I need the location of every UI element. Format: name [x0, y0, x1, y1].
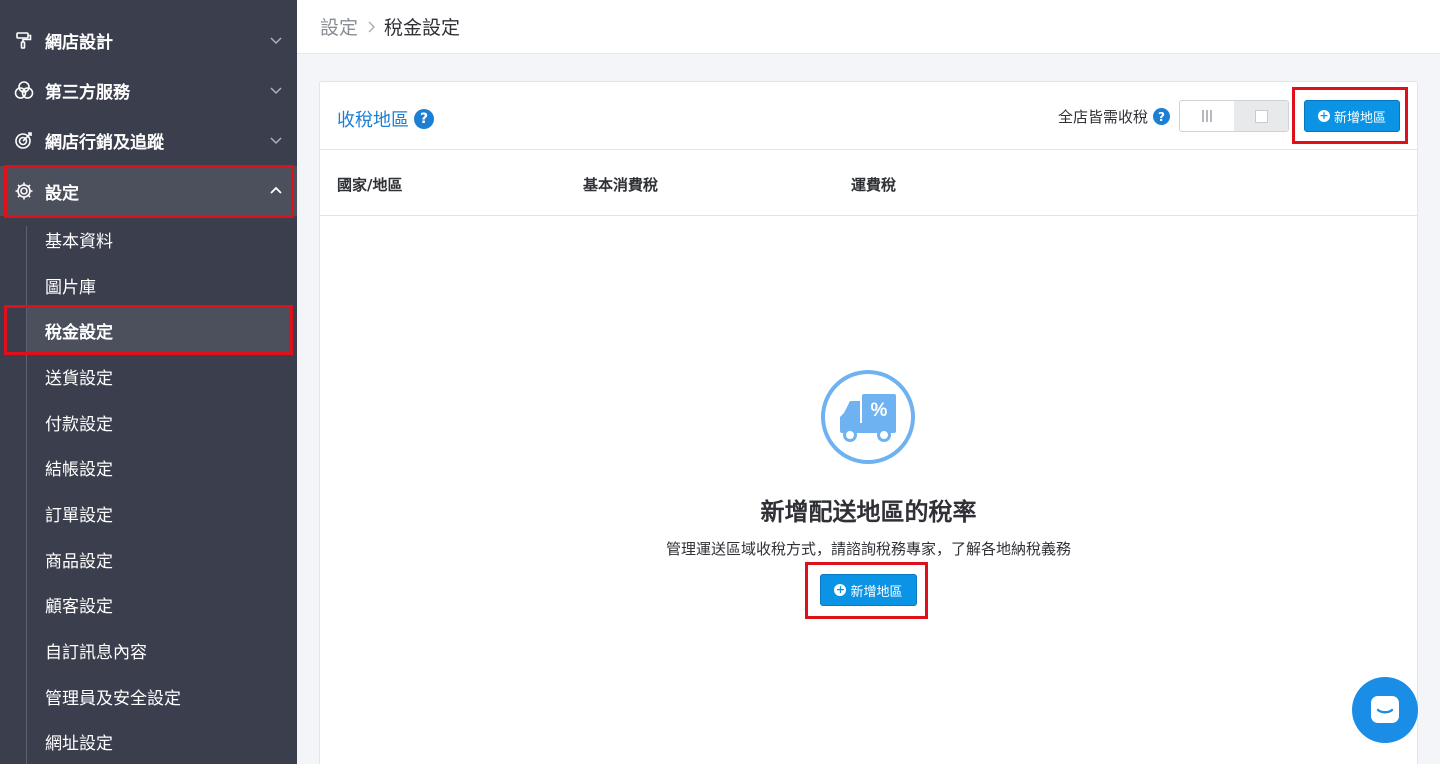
sidebar-item-store-design[interactable]: 網店設計	[0, 15, 297, 65]
sidebar-item-third-party[interactable]: 第三方服務	[0, 65, 297, 115]
sidebar-item-label: 網店行銷及追蹤	[45, 132, 164, 153]
toggle-bars-icon	[1202, 110, 1212, 122]
tax-toggle-label-text: 全店皆需收稅	[1058, 108, 1149, 126]
sidebar-subitem-custom-messages[interactable]: 自訂訊息內容	[27, 628, 293, 672]
sidebar-subitem-order-settings[interactable]: 訂單設定	[27, 491, 293, 535]
sidebar-subitem-label: 圖片庫	[45, 277, 96, 298]
sidebar-subitem-payment-settings[interactable]: 付款設定	[27, 400, 293, 444]
page-title: 稅金設定	[384, 17, 461, 39]
svg-text:%: %	[871, 400, 888, 421]
sidebar-subitem-basic-info[interactable]: 基本資料	[27, 217, 293, 261]
chevron-down-icon	[270, 37, 282, 45]
sidebar-subitem-product-settings[interactable]: 商品設定	[27, 537, 293, 581]
sidebar-subitem-customer-settings[interactable]: 顧客設定	[27, 582, 293, 626]
sidebar-subitem-label: 顧客設定	[45, 596, 113, 617]
toggle-off-side	[1234, 101, 1288, 131]
sidebar-item-label: 網店設計	[45, 32, 113, 53]
sidebar-subitem-label: 送貨設定	[45, 368, 113, 389]
sidebar-subitem-checkout-settings[interactable]: 結帳設定	[27, 445, 293, 489]
paint-roller-icon	[14, 30, 34, 50]
card-header: 收稅地區 ? 全店皆需收稅 ? + 新增地區	[320, 82, 1417, 150]
tax-all-store-label: 全店皆需收稅 ?	[1058, 106, 1171, 127]
chevron-down-icon	[270, 87, 282, 95]
sidebar-item-label: 設定	[45, 183, 79, 204]
chat-icon	[1371, 696, 1399, 723]
breadcrumb: 設定 稅金設定	[297, 0, 1440, 54]
sidebar-subitem-label: 稅金設定	[45, 322, 113, 343]
gear-icon	[14, 181, 34, 201]
column-header-basic-tax: 基本消費稅	[583, 176, 659, 194]
sidebar-subitem-label: 管理員及安全設定	[45, 688, 181, 709]
chevron-down-icon	[270, 137, 282, 145]
truck-percent-icon: %	[821, 370, 915, 464]
sidebar-item-settings[interactable]: 設定	[0, 166, 297, 216]
chevron-right-icon	[368, 21, 376, 32]
sidebar-subitem-shipping-settings[interactable]: 送貨設定	[27, 354, 293, 398]
toggle-on-side	[1180, 101, 1234, 131]
plus-circle-icon: +	[1317, 109, 1330, 122]
help-icon[interactable]: ?	[1153, 108, 1171, 125]
chat-launcher-button[interactable]	[1352, 677, 1418, 743]
sidebar-subitem-label: 結帳設定	[45, 459, 113, 480]
sidebar-subitem-label: 付款設定	[45, 414, 113, 435]
sidebar-subitem-admin-security[interactable]: 管理員及安全設定	[27, 674, 293, 718]
sidebar-subitem-image-library[interactable]: 圖片庫	[27, 263, 293, 307]
sidebar-item-marketing[interactable]: 網店行銷及追蹤	[0, 115, 297, 165]
column-header-country: 國家/地區	[337, 176, 403, 194]
sidebar-subitem-label: 網址設定	[45, 733, 113, 754]
card-title-text: 收稅地區	[337, 110, 409, 131]
empty-state-description: 管理運送區域收稅方式，請諮詢稅務專家，了解各地納稅義務	[665, 540, 1071, 558]
tax-regions-card: 收稅地區 ? 全店皆需收稅 ? + 新增地區 國家/地區 基本消費稅 運費稅 %…	[319, 81, 1418, 764]
add-region-button[interactable]: + 新增地區	[1304, 100, 1400, 132]
sidebar: 網店設計 第三方服務 網店行銷及追蹤 設定 基本資料 圖片庫 稅金設定 送貨設定…	[0, 0, 297, 764]
tax-all-store-toggle[interactable]	[1179, 100, 1289, 132]
sidebar-subitem-label: 商品設定	[45, 551, 113, 572]
sidebar-subitem-tax-settings[interactable]: 稅金設定	[27, 308, 293, 352]
breadcrumb-parent[interactable]: 設定	[320, 13, 358, 40]
add-region-button-label: 新增地區	[1333, 110, 1386, 126]
sidebar-subitem-label: 基本資料	[45, 231, 113, 252]
sidebar-item-label: 第三方服務	[45, 82, 130, 103]
add-region-button-label: 新增地區	[850, 584, 903, 600]
column-header-shipping-tax: 運費稅	[851, 176, 897, 194]
sidebar-subitem-label: 自訂訊息內容	[45, 642, 147, 663]
empty-state-add-region-button[interactable]: + 新增地區	[820, 574, 917, 606]
sidebar-subitem-label: 訂單設定	[45, 505, 113, 526]
help-icon[interactable]: ?	[414, 109, 434, 129]
toggle-square-icon	[1254, 109, 1268, 123]
plus-circle-icon: +	[834, 583, 847, 596]
card-title: 收稅地區 ?	[337, 106, 434, 132]
target-icon	[14, 130, 34, 150]
chevron-up-icon	[270, 186, 282, 194]
table-header: 國家/地區 基本消費稅 運費稅	[320, 150, 1417, 216]
venn-circles-icon	[14, 80, 34, 100]
sidebar-subitem-domain-settings[interactable]: 網址設定	[27, 719, 293, 763]
empty-state-title: 新增配送地區的稅率	[760, 498, 977, 526]
